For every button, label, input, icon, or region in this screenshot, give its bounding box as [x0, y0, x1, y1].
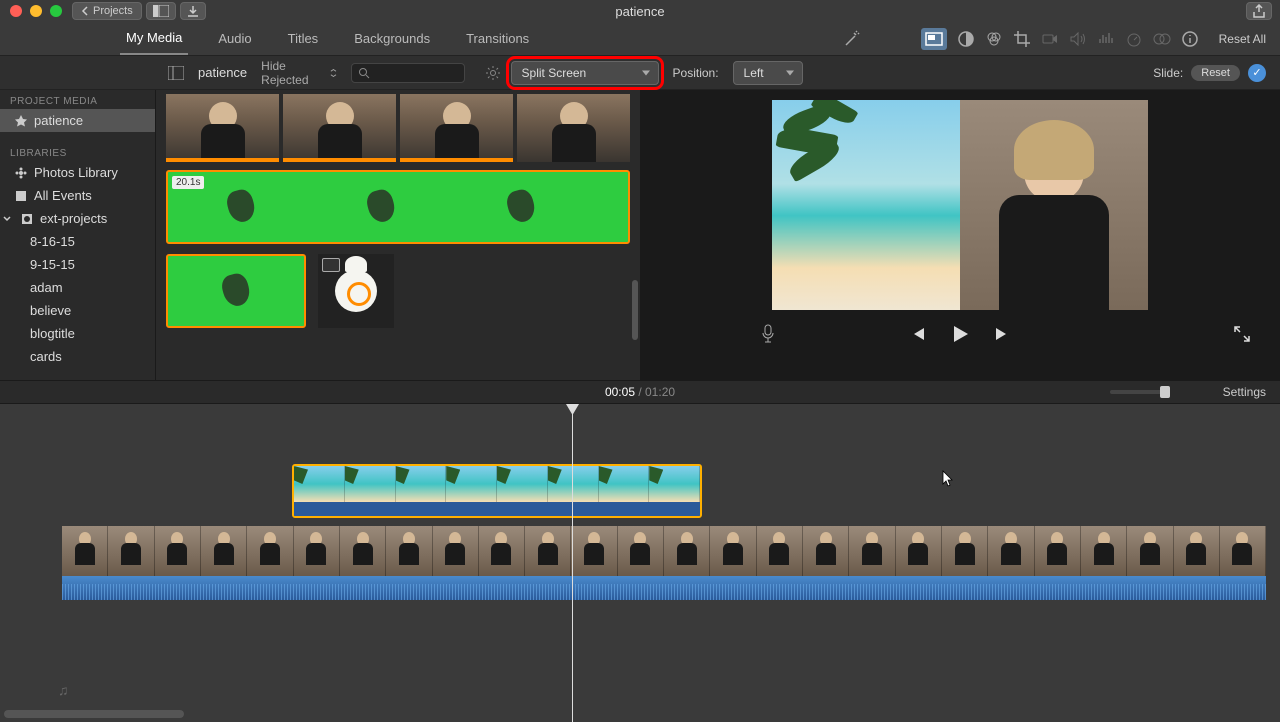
timecode-display: 00:05 / 01:20: [605, 385, 675, 399]
viewer-left-split: [772, 100, 960, 310]
position-dropdown[interactable]: Left: [733, 61, 803, 85]
browser-scrollbar[interactable]: [632, 280, 638, 340]
clip-green-bird[interactable]: 20.1s: [166, 170, 630, 244]
browser-settings-icon[interactable]: [485, 65, 501, 81]
star-icon: [14, 114, 28, 128]
tab-my-media[interactable]: My Media: [120, 22, 188, 55]
viewer-panel: [640, 90, 1280, 380]
library-icon: [20, 212, 34, 226]
clip-appearance-button[interactable]: [168, 66, 184, 80]
maximize-window-button[interactable]: [50, 5, 62, 17]
window-titlebar: Projects patience: [0, 0, 1280, 22]
playback-controls: [640, 324, 1280, 344]
hide-rejected-dropdown[interactable]: Hide Rejected: [261, 59, 337, 87]
play-button[interactable]: [950, 324, 970, 344]
viewer-canvas[interactable]: [772, 100, 1148, 310]
speed-icon[interactable]: [1125, 30, 1143, 48]
timeline-settings-button[interactable]: Settings: [1223, 385, 1266, 399]
timeline[interactable]: ♫: [0, 404, 1280, 722]
sidebar-item-2[interactable]: adam: [0, 276, 155, 299]
tab-transitions[interactable]: Transitions: [460, 23, 535, 54]
color-correction-icon[interactable]: [985, 30, 1003, 48]
overlay-settings-icon[interactable]: [921, 28, 947, 50]
back-label: Projects: [93, 5, 133, 17]
main-area: PROJECT MEDIA patience LIBRARIES Photos …: [0, 90, 1280, 380]
minimize-window-button[interactable]: [30, 5, 42, 17]
project-media-header: PROJECT MEDIA: [0, 90, 155, 109]
reset-all-button[interactable]: Reset All: [1219, 32, 1266, 46]
search-icon: [358, 67, 370, 79]
noise-reduction-icon[interactable]: [1097, 30, 1115, 48]
close-window-button[interactable]: [10, 5, 22, 17]
clip-woman-strip[interactable]: [166, 94, 630, 162]
traffic-lights: [0, 5, 62, 17]
playhead[interactable]: [572, 404, 573, 722]
info-icon[interactable]: [1181, 30, 1199, 48]
next-button[interactable]: [994, 326, 1012, 342]
flower-icon: [14, 166, 28, 180]
overlay-clip-beach[interactable]: [292, 464, 702, 518]
sidebar-ext-projects[interactable]: ext-projects: [0, 207, 155, 230]
clip-green-small[interactable]: [166, 254, 306, 328]
sidebar: PROJECT MEDIA patience LIBRARIES Photos …: [0, 90, 156, 380]
sidebar-item-3[interactable]: believe: [0, 299, 155, 322]
zoom-handle[interactable]: [1160, 386, 1170, 398]
share-button[interactable]: [1246, 2, 1272, 20]
apply-button[interactable]: ✓: [1248, 64, 1266, 82]
viewer-right-split: [960, 100, 1148, 310]
voiceover-icon[interactable]: [760, 324, 776, 344]
zoom-slider[interactable]: [1110, 390, 1170, 394]
fullscreen-icon[interactable]: [1234, 326, 1250, 342]
total-time: 01:20: [645, 385, 675, 399]
photo-badge-icon: [322, 258, 340, 272]
sidebar-photos-library[interactable]: Photos Library: [0, 161, 155, 184]
position-label: Position:: [673, 66, 719, 80]
secondary-bar: patience Hide Rejected Split Screen Posi…: [0, 56, 1280, 90]
sidebar-item-0[interactable]: 8-16-15: [0, 230, 155, 253]
search-input[interactable]: [351, 63, 465, 83]
tab-backgrounds[interactable]: Backgrounds: [348, 23, 436, 54]
sidebar-all-events[interactable]: All Events: [0, 184, 155, 207]
clip-duration-badge: 20.1s: [172, 176, 204, 189]
project-title: patience: [615, 4, 664, 19]
crop-icon[interactable]: [1013, 30, 1031, 48]
media-browser: 20.1s: [156, 90, 640, 380]
import-button[interactable]: [180, 2, 206, 20]
color-balance-icon[interactable]: [957, 30, 975, 48]
timeline-scrollbar[interactable]: [4, 710, 184, 718]
tab-audio[interactable]: Audio: [212, 23, 257, 54]
library-view-button[interactable]: [146, 2, 176, 20]
sidebar-item-4[interactable]: blogtitle: [0, 322, 155, 345]
sidebar-project-patience[interactable]: patience: [0, 109, 155, 132]
browser-title: patience: [198, 65, 247, 80]
disclosure-icon: [0, 212, 14, 226]
reset-button[interactable]: Reset: [1191, 65, 1240, 81]
current-time: 00:05: [605, 385, 635, 399]
stabilization-icon[interactable]: [1041, 30, 1059, 48]
tab-titles[interactable]: Titles: [282, 23, 325, 54]
clip-bb8-photo[interactable]: [318, 254, 394, 328]
prev-button[interactable]: [908, 326, 926, 342]
main-toolbar: My Media Audio Titles Backgrounds Transi…: [0, 22, 1280, 56]
sidebar-item-1[interactable]: 9-15-15: [0, 253, 155, 276]
libraries-header: LIBRARIES: [0, 142, 155, 161]
slide-label: Slide:: [1153, 66, 1183, 80]
overlay-mode-dropdown[interactable]: Split Screen: [511, 61, 659, 85]
clip-filter-icon[interactable]: [1153, 30, 1171, 48]
enhance-icon[interactable]: [843, 30, 861, 48]
music-track-icon[interactable]: ♫: [58, 682, 69, 698]
mouse-cursor: [942, 470, 956, 488]
back-to-projects-button[interactable]: Projects: [72, 2, 142, 20]
main-clip-woman[interactable]: [62, 526, 1266, 600]
star-icon: [14, 189, 28, 203]
volume-icon[interactable]: [1069, 30, 1087, 48]
timeline-header: 00:05 / 01:20 Settings: [0, 380, 1280, 404]
sidebar-item-5[interactable]: cards: [0, 345, 155, 368]
